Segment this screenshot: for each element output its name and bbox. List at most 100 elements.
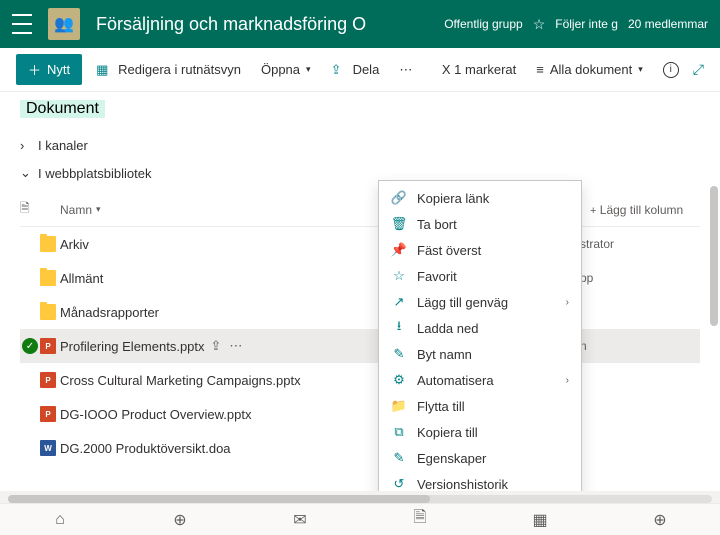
share-label: Dela: [353, 62, 380, 77]
table-row[interactable]: PCross Cultural Marketing Campaigns.pptx…: [20, 363, 700, 397]
open-label: Öppna: [261, 62, 300, 77]
col-add[interactable]: + Lägg till kolumn: [590, 203, 700, 217]
more-button[interactable]: ⋯: [393, 58, 418, 82]
command-bar: ＋ Nytt ▦ Redigera i rutnätsvyn Öppna ▾ ⇪…: [0, 48, 720, 92]
menu-rename[interactable]: ✎Byt namn: [379, 341, 581, 367]
file-name: DG.2000 Produktöversikt.doa: [60, 441, 231, 456]
menu-shortcut-label: Lägg till genväg: [417, 295, 508, 310]
tree-channels-label: I kanaler: [38, 138, 88, 153]
chevron-right-icon: ›: [566, 375, 569, 386]
menu-favorite[interactable]: ☆ Favorit: [379, 263, 581, 289]
share-icon: ⇪: [331, 62, 347, 78]
col-add-label: Lägg till kolumn: [600, 203, 683, 217]
menu-properties[interactable]: ✎ Egenskaper: [379, 445, 581, 471]
pencil-icon: ✎: [391, 450, 407, 466]
menu-copy-link-label: Kopiera länk: [417, 191, 489, 206]
by-cell: n: [580, 339, 700, 353]
word-icon: W: [40, 440, 56, 456]
table-row[interactable]: MånadsrapporterAugusti: [20, 295, 700, 329]
menu-delete-label: Ta bort: [417, 217, 457, 232]
by-cell: strator: [580, 237, 700, 251]
table-row[interactable]: ArkivYesterdstrator: [20, 227, 700, 261]
all-documents-view[interactable]: ≡ Alla dokument ▾: [530, 58, 649, 81]
table-row[interactable]: PDG-IOOO Product Overview.pptxAugusti: [20, 397, 700, 431]
expand-icon[interactable]: ⤢: [693, 61, 704, 78]
menu-download-label: Ladda ned: [417, 321, 478, 336]
move-icon: 📁: [391, 398, 407, 414]
menu-move-label: Flytta till: [417, 399, 465, 414]
plus-icon: ＋: [28, 60, 41, 79]
message-icon[interactable]: ✉: [291, 511, 309, 529]
column-headers: 🗎 Namn ▾ Ändra y ▾ + Lägg till kolumn: [20, 193, 700, 227]
document-icon[interactable]: 🗎: [411, 511, 429, 529]
site-logo[interactable]: 👥: [48, 8, 80, 40]
waffle-menu-icon[interactable]: [12, 14, 32, 34]
chevron-right-icon: ›: [566, 297, 569, 308]
star-icon[interactable]: ☆: [533, 16, 546, 33]
menu-delete[interactable]: 🗑Ta bort: [379, 211, 581, 237]
chevron-down-icon: ⌄: [20, 165, 30, 181]
table-row[interactable]: WDG.2000 Produktöversikt.doaAugusti: [20, 431, 700, 465]
site-title: Försäljning och marknadsföring O: [96, 14, 444, 35]
folder-icon: [40, 270, 56, 286]
chevron-down-icon: ▾: [96, 204, 101, 215]
horizontal-scrollbar[interactable]: [8, 495, 712, 503]
col-icon[interactable]: 🗎: [20, 199, 60, 220]
content-area: Dokument › I kanaler ⌄ I webbplatsbiblio…: [0, 92, 720, 491]
menu-download[interactable]: ⭳ Ladda ned: [379, 315, 581, 341]
globe-icon[interactable]: ⊕: [171, 511, 189, 529]
info-icon[interactable]: i: [663, 62, 679, 78]
suite-header: 👥 Försäljning och marknadsföring O Offen…: [0, 0, 720, 48]
col-name[interactable]: Namn ▾: [60, 203, 380, 217]
selection-count: X 1 markerat: [442, 62, 516, 77]
chevron-down-icon: ▾: [638, 64, 643, 75]
edit-grid-button[interactable]: ▦ Redigera i rutnätsvyn: [90, 58, 247, 82]
home-icon[interactable]: ⌂: [51, 511, 69, 529]
plus-icon: +: [590, 205, 596, 217]
ellipsis-icon[interactable]: ⋯: [229, 338, 242, 354]
follow-label[interactable]: Följer inte g: [555, 17, 618, 31]
apps-icon[interactable]: ▦: [531, 511, 549, 529]
shortcut-icon: ↗: [391, 294, 407, 310]
powerpoint-icon: P: [40, 372, 56, 388]
by-cell: pp: [580, 271, 700, 285]
menu-pin[interactable]: 📌Fäst överst: [379, 237, 581, 263]
edit-grid-label: Redigera i rutnätsvyn: [118, 62, 241, 77]
open-button[interactable]: Öppna ▾: [255, 58, 317, 81]
chevron-right-icon: ›: [20, 138, 30, 153]
file-name: Månadsrapporter: [60, 305, 159, 320]
file-name: Profilering Elements.pptx: [60, 339, 205, 354]
table-row[interactable]: AllmäntAugustipp: [20, 261, 700, 295]
link-icon: 🔗: [391, 190, 407, 206]
share-button[interactable]: ⇪ Dela: [325, 58, 386, 82]
menu-shortcut[interactable]: ↗ Lägg till genväg ›: [379, 289, 581, 315]
file-name: DG-IOOO Product Overview.pptx: [60, 407, 251, 422]
vertical-scrollbar[interactable]: [710, 186, 718, 486]
grid-icon: ▦: [96, 62, 112, 78]
menu-properties-label: Egenskaper: [417, 451, 486, 466]
menu-move[interactable]: 📁 Flytta till: [379, 393, 581, 419]
share-icon[interactable]: ⇪: [211, 338, 222, 354]
automate-icon: ⚙: [391, 372, 407, 388]
tree-sitelib[interactable]: ⌄ I webbplatsbibliotek: [20, 159, 700, 187]
menu-version[interactable]: ↺Versionshistorik: [379, 471, 581, 491]
members-label[interactable]: 20 medlemmar: [628, 17, 708, 31]
menu-automate[interactable]: ⚙Automatisera›: [379, 367, 581, 393]
new-button[interactable]: ＋ Nytt: [16, 54, 82, 85]
menu-copy-to-label: Kopiera till: [417, 425, 478, 440]
add-icon[interactable]: ⊕: [651, 511, 669, 529]
ellipsis-icon: ⋯: [399, 62, 412, 78]
folder-icon: [40, 236, 56, 252]
tree-channels[interactable]: › I kanaler: [20, 132, 700, 159]
history-icon: ↺: [391, 476, 407, 491]
menu-favorite-label: Favorit: [417, 269, 457, 284]
new-label: Nytt: [47, 62, 70, 77]
chevron-down-icon: ▾: [306, 64, 311, 75]
star-icon: ☆: [391, 268, 407, 284]
file-name: Allmänt: [60, 271, 103, 286]
table-row[interactable]: ✓PProfilering Elements.pptx⇪⋯Augustn: [20, 329, 700, 363]
menu-copy-link[interactable]: 🔗 Kopiera länk: [379, 185, 581, 211]
file-list: 🗎 Namn ▾ Ändra y ▾ + Lägg till kolumn Ar…: [0, 193, 720, 465]
download-icon: ⭳: [391, 320, 407, 336]
menu-copy-to[interactable]: ⧉Kopiera till: [379, 419, 581, 445]
